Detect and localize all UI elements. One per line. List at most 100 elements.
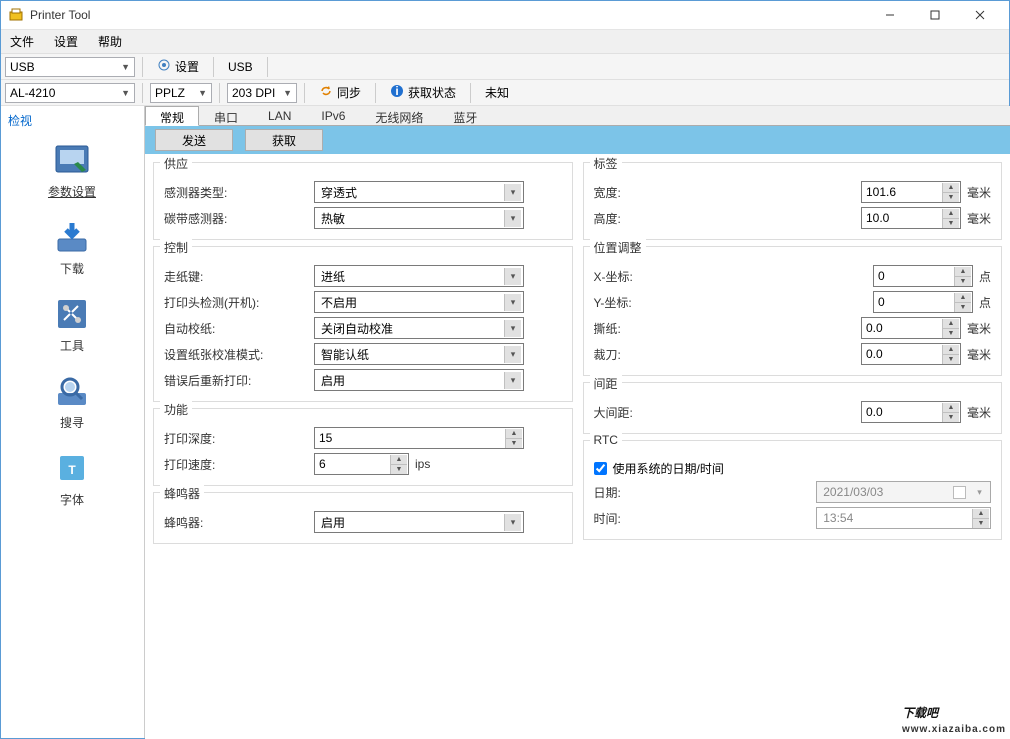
darkness-spinner[interactable]: 15▲▼: [314, 427, 524, 449]
spin-up-icon[interactable]: ▲: [954, 293, 971, 303]
svg-text:T: T: [68, 463, 76, 477]
dpi-value: 203 DPI: [232, 86, 275, 100]
spin-down-icon[interactable]: ▼: [942, 329, 959, 338]
group-buzzer: 蜂鸣器 蜂鸣器:启用▾: [153, 492, 573, 544]
group-function: 功能 打印深度: 15▲▼ 打印速度: 6▲▼ ips: [153, 408, 573, 486]
menu-settings[interactable]: 设置: [44, 30, 88, 53]
spin-up-icon[interactable]: ▲: [390, 455, 407, 465]
head-check-combo[interactable]: 不启用▾: [314, 291, 524, 313]
dpi-combo[interactable]: 203 DPI ▼: [227, 83, 297, 103]
separator: [219, 83, 220, 103]
spin-up-icon[interactable]: ▲: [942, 403, 959, 413]
chevron-down-icon: ▾: [504, 268, 521, 285]
x-spinner[interactable]: 0▲▼: [873, 265, 973, 287]
tab-ipv6[interactable]: IPv6: [306, 106, 360, 126]
feed-key-combo[interactable]: 进纸▾: [314, 265, 524, 287]
speed-spinner[interactable]: 6▲▼: [314, 453, 409, 475]
chevron-down-icon: ▼: [121, 88, 130, 98]
connection-type-value: USB: [10, 60, 35, 74]
connection-label: USB: [221, 56, 260, 78]
menu-bar: 文件 设置 帮助: [0, 30, 1010, 54]
ribbon-sensor-combo[interactable]: 热敏▾: [314, 207, 524, 229]
chevron-down-icon: ▾: [504, 514, 521, 531]
gap-spinner[interactable]: 0.0▲▼: [861, 401, 961, 423]
spin-down-icon[interactable]: ▼: [954, 277, 971, 286]
group-legend: 控制: [160, 239, 192, 256]
speed-unit: ips: [415, 457, 430, 471]
language-combo[interactable]: PPLZ ▼: [150, 83, 212, 103]
spin-up-icon[interactable]: ▲: [942, 345, 959, 355]
width-spinner[interactable]: 101.6▲▼: [861, 181, 961, 203]
sidebar-item-tools[interactable]: 工具: [0, 289, 144, 366]
menu-file[interactable]: 文件: [0, 30, 44, 53]
group-gap: 间距 大间距: 0.0▲▼ 毫米: [583, 382, 1003, 434]
chevron-down-icon: ▾: [504, 294, 521, 311]
sidebar-item-label: 字体: [60, 491, 84, 508]
sensor-type-combo[interactable]: 穿透式▾: [314, 181, 524, 203]
tab-lan[interactable]: LAN: [253, 106, 306, 126]
spin-down-icon[interactable]: ▼: [954, 303, 971, 312]
close-button[interactable]: [957, 0, 1002, 30]
minimize-button[interactable]: [867, 0, 912, 30]
use-system-datetime-checkbox[interactable]: [594, 462, 607, 475]
spin-up-icon[interactable]: ▲: [954, 267, 971, 277]
separator: [142, 83, 143, 103]
cut-unit: 毫米: [967, 346, 991, 363]
spin-down-icon[interactable]: ▼: [972, 519, 989, 528]
send-button[interactable]: 发送: [155, 129, 233, 151]
sidebar-item-label: 参数设置: [48, 183, 96, 200]
tab-wireless[interactable]: 无线网络: [360, 106, 438, 126]
separator: [470, 83, 471, 103]
spin-up-icon[interactable]: ▲: [972, 509, 989, 519]
sidebar-item-fonts[interactable]: T 字体: [0, 443, 144, 520]
spin-up-icon[interactable]: ▲: [942, 209, 959, 219]
spin-up-icon[interactable]: ▲: [942, 319, 959, 329]
auto-cal-combo[interactable]: 关闭自动校准▾: [314, 317, 524, 339]
tear-spinner[interactable]: 0.0▲▼: [861, 317, 961, 339]
maximize-button[interactable]: [912, 0, 957, 30]
sidebar-item-search[interactable]: 搜寻: [0, 366, 144, 443]
spin-down-icon[interactable]: ▼: [942, 355, 959, 364]
spin-up-icon[interactable]: ▲: [942, 183, 959, 193]
left-column: 供应 感测器类型: 穿透式▾ 碳带感测器: 热敏▾ 控制 走纸键:进纸▾ 打印头…: [153, 162, 573, 544]
gap-label: 大间距:: [594, 404, 656, 421]
group-legend: 蜂鸣器: [160, 485, 204, 502]
separator: [267, 57, 268, 77]
reprint-combo[interactable]: 启用▾: [314, 369, 524, 391]
tab-general[interactable]: 常规: [145, 106, 199, 126]
spin-down-icon[interactable]: ▼: [942, 413, 959, 422]
spin-down-icon[interactable]: ▼: [942, 219, 959, 228]
ribbon-sensor-label: 碳带感测器:: [164, 210, 314, 227]
group-legend: 标签: [590, 155, 622, 172]
model-value: AL-4210: [10, 86, 55, 100]
spin-down-icon[interactable]: ▼: [505, 439, 522, 448]
tear-label: 撕纸:: [594, 320, 656, 337]
tab-bluetooth[interactable]: 蓝牙: [438, 106, 492, 126]
buzzer-combo[interactable]: 启用▾: [314, 511, 524, 533]
tab-serial[interactable]: 串口: [199, 106, 253, 126]
group-rtc: RTC 使用系统的日期/时间 日期: 2021/03/03▾ 时间: 13:54…: [583, 440, 1003, 540]
height-unit: 毫米: [967, 210, 991, 227]
connection-type-combo[interactable]: USB ▼: [5, 57, 135, 77]
menu-help[interactable]: 帮助: [88, 30, 132, 53]
spin-up-icon[interactable]: ▲: [505, 429, 522, 439]
time-field[interactable]: 13:54▲▼: [816, 507, 991, 529]
get-status-button[interactable]: i 获取状态: [383, 82, 463, 104]
gap-unit: 毫米: [967, 404, 991, 421]
date-field[interactable]: 2021/03/03▾: [816, 481, 991, 503]
toolbar-row-1: USB ▼ 设置 USB: [0, 54, 1010, 80]
model-combo[interactable]: AL-4210 ▼: [5, 83, 135, 103]
separator: [142, 57, 143, 77]
y-spinner[interactable]: 0▲▼: [873, 291, 973, 313]
spin-down-icon[interactable]: ▼: [390, 465, 407, 474]
chevron-down-icon: ▾: [971, 484, 988, 501]
connection-settings-button[interactable]: 设置: [150, 56, 206, 78]
paper-cal-mode-combo[interactable]: 智能认纸▾: [314, 343, 524, 365]
cut-spinner[interactable]: 0.0▲▼: [861, 343, 961, 365]
height-spinner[interactable]: 10.0▲▼: [861, 207, 961, 229]
sync-button[interactable]: 同步: [312, 82, 368, 104]
spin-down-icon[interactable]: ▼: [942, 193, 959, 202]
sidebar-item-params[interactable]: 参数设置: [0, 135, 144, 212]
get-button[interactable]: 获取: [245, 129, 323, 151]
sidebar-item-download[interactable]: 下载: [0, 212, 144, 289]
